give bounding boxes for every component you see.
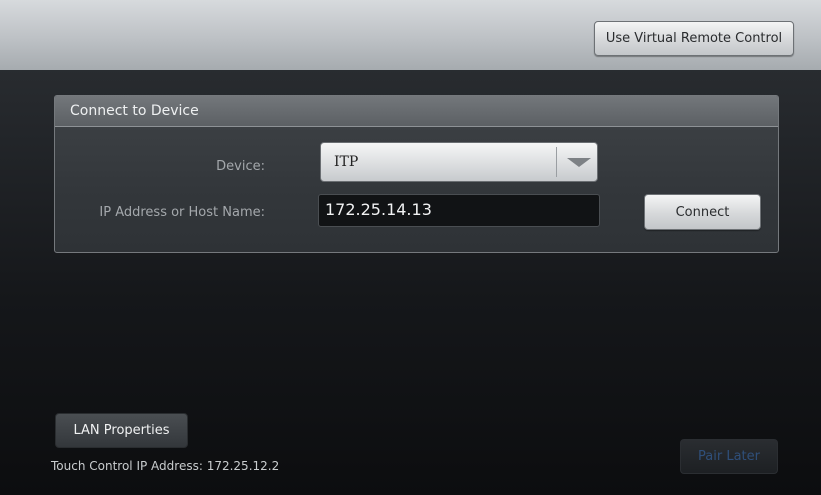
- ip-address-label: IP Address or Host Name:: [99, 205, 265, 220]
- select-divider: [556, 147, 557, 177]
- ip-address-input[interactable]: 172.25.14.13: [318, 194, 600, 227]
- connect-to-device-panel: Connect to Device Device: ITP IP Address…: [54, 95, 779, 253]
- connect-button[interactable]: Connect: [644, 194, 761, 230]
- top-bar: Use Virtual Remote Control: [0, 0, 821, 70]
- device-label: Device:: [216, 159, 265, 174]
- touch-control-ip-status: Touch Control IP Address: 172.25.12.2: [51, 459, 279, 473]
- panel-title: Connect to Device: [55, 96, 778, 127]
- device-select-value: ITP: [334, 154, 359, 170]
- chevron-down-icon[interactable]: [567, 158, 591, 167]
- use-virtual-remote-button[interactable]: Use Virtual Remote Control: [594, 21, 794, 56]
- pair-later-button[interactable]: Pair Later: [680, 439, 778, 474]
- device-select[interactable]: ITP: [320, 142, 598, 182]
- touch-ip-value: 172.25.12.2: [206, 459, 280, 473]
- touch-ip-label: Touch Control IP Address:: [51, 459, 203, 473]
- lan-properties-button[interactable]: LAN Properties: [55, 413, 188, 448]
